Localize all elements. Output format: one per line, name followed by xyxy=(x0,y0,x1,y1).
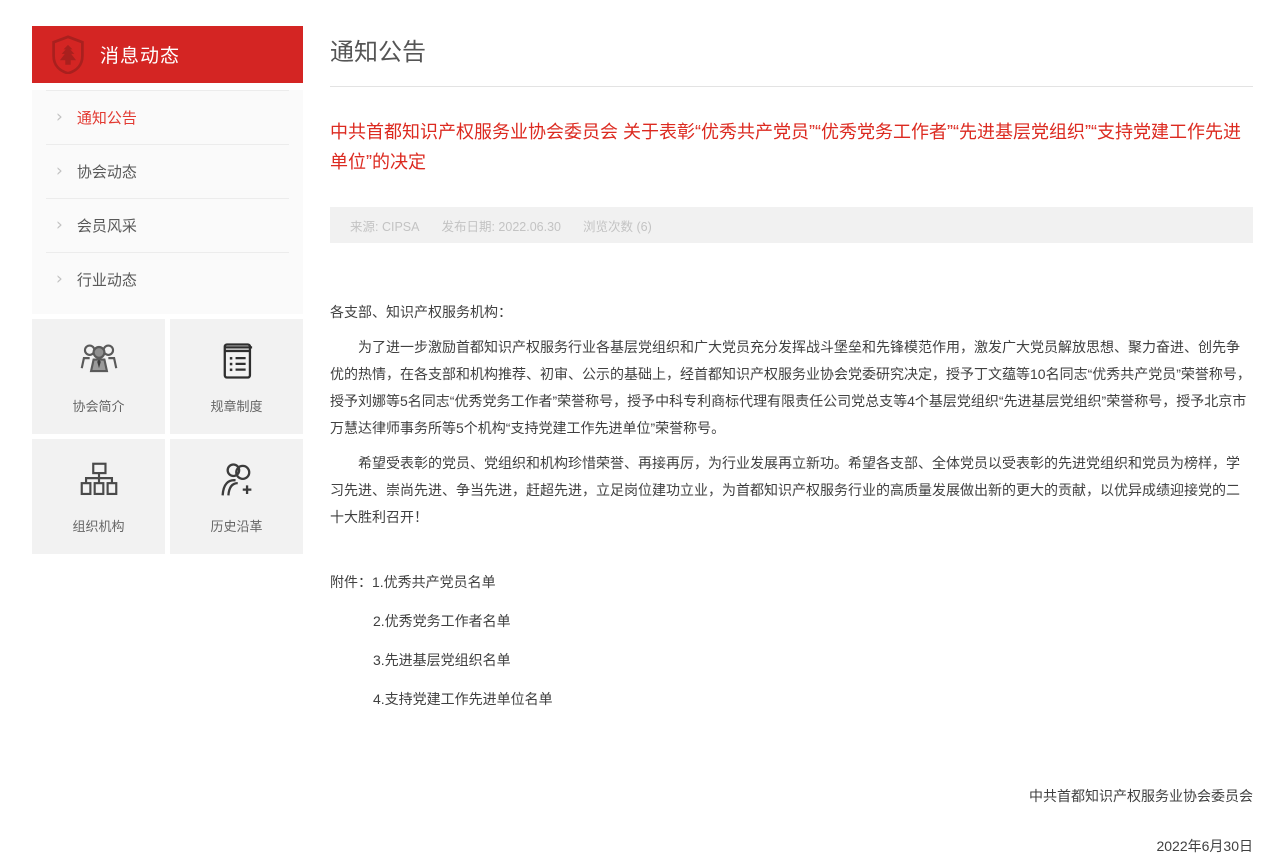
signature-date: 2022年6月30日 xyxy=(330,833,1253,860)
tile-label: 规章制度 xyxy=(210,396,262,415)
sidebar-item-industry-news[interactable]: › 行业动态 xyxy=(46,252,289,306)
page-title: 通知公告 xyxy=(330,38,1253,68)
article-signature: 中共首都知识产权服务业协会委员会 2022年6月30日 xyxy=(330,783,1253,860)
attachments-label: 附件： xyxy=(330,574,372,590)
sidebar-item-member-showcase[interactable]: › 会员风采 xyxy=(46,198,289,252)
sidebar-header: 消息动态 xyxy=(32,26,303,83)
attachment-item: 2.优秀党务工作者名单 xyxy=(330,608,1253,635)
tile-history[interactable]: 历史沿革 xyxy=(170,439,303,554)
article-paragraph: 希望受表彰的党员、党组织和机构珍惜荣誉、再接再厉，为行业发展再立新功。希望各支部… xyxy=(330,450,1253,531)
attachment-item: 3.先进基层党组织名单 xyxy=(330,647,1253,674)
tile-label: 协会简介 xyxy=(72,396,124,415)
chevron-right-icon: › xyxy=(56,163,63,180)
main-content: 通知公告 中共首都知识产权服务业协会委员会 关于表彰“优秀共产党员”“优秀党务工… xyxy=(330,26,1253,860)
tile-rules[interactable]: 规章制度 xyxy=(170,319,303,434)
article-view-count: 浏览次数 (6) xyxy=(583,216,652,235)
chevron-right-icon: › xyxy=(56,217,63,234)
attachments-list: 附件：1.优秀共产党员名单 2.优秀党务工作者名单 3.先进基层党组织名单 4.… xyxy=(330,569,1253,713)
sidebar-item-label: 行业动态 xyxy=(77,269,137,290)
sidebar-quick-tiles: 协会简介 xyxy=(32,319,303,554)
signature-org: 中共首都知识产权服务业协会委员会 xyxy=(330,783,1253,810)
page: 消息动态 › 通知公告 › 协会动态 › 会员风采 › 行业动态 xyxy=(0,0,1280,867)
sidebar-item-association-news[interactable]: › 协会动态 xyxy=(46,144,289,198)
sidebar-item-label: 通知公告 xyxy=(77,107,137,128)
sidebar-menu: › 通知公告 › 协会动态 › 会员风采 › 行业动态 xyxy=(32,90,303,314)
article-publish-date: 发布日期: 2022.06.30 xyxy=(441,216,561,235)
article-body: 各支部、知识产权服务机构： 为了进一步激励首都知识产权服务行业各基层党组织和广大… xyxy=(330,299,1253,860)
user-plus-icon xyxy=(214,458,260,509)
article-source: 来源: CIPSA xyxy=(350,216,419,235)
chevron-right-icon: › xyxy=(56,271,63,288)
tile-association-intro[interactable]: 协会简介 xyxy=(32,319,165,434)
tile-organization[interactable]: 组织机构 xyxy=(32,439,165,554)
sidebar-header-title: 消息动态 xyxy=(100,41,180,68)
sidebar-item-label: 协会动态 xyxy=(77,161,137,182)
attachment-item: 附件：1.优秀共产党员名单 xyxy=(330,569,1253,596)
attachment-item: 4.支持党建工作先进单位名单 xyxy=(330,686,1253,713)
page-title-bar: 通知公告 xyxy=(330,26,1253,87)
chevron-right-icon: › xyxy=(56,109,63,126)
tile-label: 组织机构 xyxy=(72,516,124,535)
sidebar-item-notices[interactable]: › 通知公告 xyxy=(46,90,289,144)
article-title: 中共首都知识产权服务业协会委员会 关于表彰“优秀共产党员”“优秀党务工作者”“先… xyxy=(330,117,1253,177)
rulebook-icon xyxy=(214,338,260,389)
shield-icon xyxy=(50,35,86,75)
tile-label: 历史沿革 xyxy=(210,516,262,535)
attachment-item-text: 1.优秀共产党员名单 xyxy=(372,574,496,590)
article-salutation: 各支部、知识产权服务机构： xyxy=(330,299,1253,326)
people-group-icon xyxy=(76,338,122,389)
sidebar: 消息动态 › 通知公告 › 协会动态 › 会员风采 › 行业动态 xyxy=(32,26,303,554)
article-paragraph: 为了进一步激励首都知识产权服务行业各基层党组织和广大党员充分发挥战斗堡垒和先锋模… xyxy=(330,334,1253,442)
org-chart-icon xyxy=(76,458,122,509)
sidebar-item-label: 会员风采 xyxy=(77,215,137,236)
article-meta-bar: 来源: CIPSA 发布日期: 2022.06.30 浏览次数 (6) xyxy=(330,207,1253,243)
